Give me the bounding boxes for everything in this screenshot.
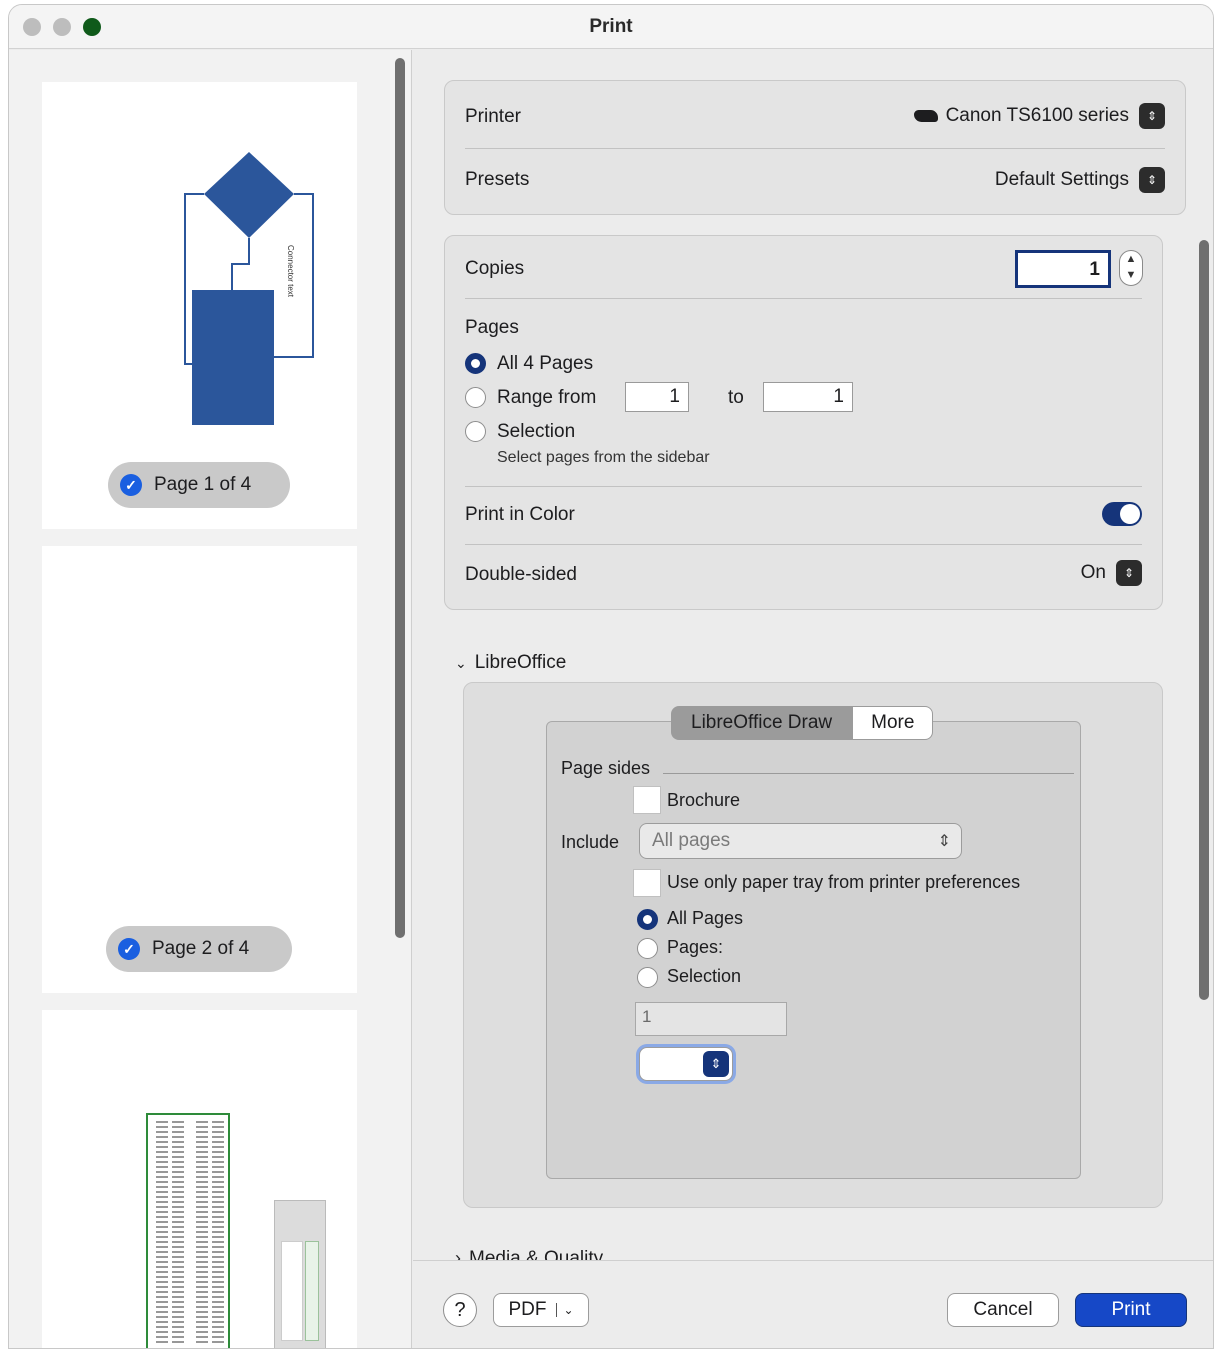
range-to-label: to [728,387,744,408]
include-value: All pages [652,830,731,851]
presets-value: Default Settings [994,169,1129,190]
libreoffice-section-label: LibreOffice [474,652,567,673]
divider [465,148,1165,149]
print-in-color-label: Print in Color [465,504,575,525]
range-to-field[interactable]: 1 [763,382,853,412]
title-bar: Print [9,5,1213,49]
brochure-checkbox[interactable] [633,786,661,814]
paper-tray-checkbox[interactable] [633,869,661,897]
popup-arrows-icon: ⇕ [1139,103,1165,129]
print-in-color-toggle[interactable] [1102,502,1142,526]
all-pages-radio[interactable] [465,353,486,374]
chevron-right-icon: › [455,1248,461,1260]
checkmark-icon: ✓ [120,474,142,496]
chevron-down-icon: ⌄ [455,654,467,671]
chevron-up-down-icon: ⇕ [937,833,951,850]
pdf-label: PDF [508,1299,547,1320]
page-1-label: Page 1 of 4 [154,474,252,495]
double-sided-select[interactable]: On ⇕ [1081,560,1142,586]
selection-hint: Select pages from the sidebar [497,449,710,466]
double-sided-label: Double-sided [465,564,577,585]
all-pages-label: All 4 Pages [497,353,594,374]
lo-pages-label: Pages: [667,937,724,957]
tab-libreoffice-draw[interactable]: LibreOffice Draw [671,706,853,740]
libreoffice-tabs: LibreOffice Draw More [671,706,934,740]
cancel-button[interactable]: Cancel [947,1293,1059,1327]
printer-value: Canon TS6100 series [945,105,1129,126]
dialog-screenshot-preview [274,1200,326,1348]
pdf-menu-button[interactable]: PDF ⌄ [493,1293,589,1327]
media-quality-disclosure[interactable]: › Media & Quality [455,1248,603,1260]
range-from-label: Range from [497,387,597,408]
popup-arrows-icon: ⇕ [1139,167,1165,193]
page-1-label-pill[interactable]: ✓ Page 1 of 4 [108,462,290,508]
pages-label: Pages [465,317,519,338]
range-radio[interactable] [465,387,486,408]
rotated-text-page-preview [146,1113,230,1348]
divider [663,773,1074,774]
lo-all-pages-label: All Pages [667,908,744,928]
lo-select[interactable]: ⇕ [639,1047,733,1081]
lo-selection-label: Selection [667,966,742,986]
printer-select[interactable]: Canon TS6100 series ⇕ [913,101,1165,131]
page-sides-label: Page sides [561,758,651,778]
lo-pages-radio[interactable] [637,938,658,959]
selection-radio[interactable] [465,421,486,442]
divider [465,486,1142,487]
range-from-field[interactable]: 1 [625,382,689,412]
libreoffice-box: LibreOffice Draw More Page sides Brochur… [463,682,1163,1208]
page-2-label-pill[interactable]: ✓ Page 2 of 4 [106,926,292,972]
page-2-thumbnail[interactable]: ✓ Page 2 of 4 [42,546,357,993]
print-settings-panel: Printer Canon TS6100 series ⇕ Presets De… [413,50,1213,1260]
chevron-down-icon: ⌄ [556,1303,574,1317]
printer-label: Printer [465,106,521,127]
presets-label: Presets [465,169,530,190]
libreoffice-disclosure[interactable]: ⌄ LibreOffice [455,652,566,674]
include-select[interactable]: All pages ⇕ [639,823,962,859]
popup-arrows-icon: ⇕ [1116,560,1142,586]
lo-selection-radio[interactable] [637,967,658,988]
libreoffice-tab-panel: LibreOffice Draw More Page sides Brochur… [546,706,1081,1179]
paper-tray-label: Use only paper tray from printer prefere… [667,872,1021,892]
divider [465,298,1142,299]
copies-stepper[interactable]: ▲ ▼ [1119,250,1143,286]
selection-label: Selection [497,421,576,442]
print-dialog-window: Print Connector text ✓ Page 1 of 4 ✓ Pag… [8,4,1214,1349]
dialog-footer: ? PDF ⌄ Cancel Print [413,1260,1213,1348]
window-title: Print [589,16,633,37]
page-preview-sidebar[interactable]: Connector text ✓ Page 1 of 4 ✓ Page 2 of… [9,50,412,1348]
lo-pages-input[interactable]: 1 [635,1002,787,1036]
copies-label: Copies [465,258,525,279]
help-button[interactable]: ? [443,1293,477,1327]
popup-arrows-icon: ⇕ [703,1051,729,1077]
page-1-thumbnail[interactable]: Connector text ✓ Page 1 of 4 [42,82,357,529]
tab-more[interactable]: More [852,706,934,740]
divider [465,544,1142,545]
copies-field[interactable]: 1 [1015,250,1111,288]
printer-icon [913,110,938,122]
sidebar-scrollbar[interactable] [395,58,405,938]
page-2-label: Page 2 of 4 [152,938,250,959]
settings-scrollbar[interactable] [1199,240,1209,1000]
flowchart-diagram: Connector text [184,152,314,425]
checkmark-icon: ✓ [118,938,140,960]
lo-all-pages-radio[interactable] [637,909,658,930]
page-3-thumbnail[interactable] [42,1010,357,1348]
include-label: Include [561,832,620,852]
presets-select[interactable]: Default Settings ⇕ [995,165,1165,195]
print-button[interactable]: Print [1075,1293,1187,1327]
printer-box: Printer Canon TS6100 series ⇕ Presets De… [444,80,1186,215]
settings-box: Copies 1 ▲ ▼ Pages All 4 Pages Range from… [444,235,1163,610]
connector-text-label: Connector text [286,245,295,298]
double-sided-value: On [1080,562,1106,583]
brochure-label: Brochure [667,790,741,810]
media-quality-label: Media & Quality [469,1248,604,1260]
